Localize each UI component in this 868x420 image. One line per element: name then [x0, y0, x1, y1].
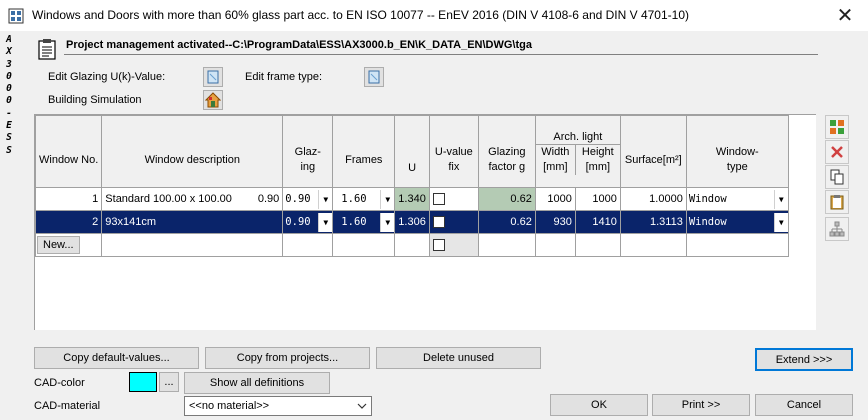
header-u-fix: U-value fix	[428, 115, 479, 188]
building-simulation-button[interactable]	[203, 90, 223, 110]
header-surface: Surface[m²]	[619, 115, 687, 188]
copy-default-values-button[interactable]: Copy default-values...	[34, 347, 199, 369]
chevron-down-icon: ▼	[773, 189, 788, 209]
cell-u-fix[interactable]	[428, 210, 479, 234]
cell-surface: 1.3113	[619, 210, 687, 234]
header-u: U	[394, 115, 430, 188]
cell-height[interactable]: 1410	[574, 210, 621, 234]
chevron-down-icon	[357, 403, 367, 409]
header-arch-light: Arch. light Width [mm] Height [mm]	[534, 115, 621, 188]
copy-icon	[830, 169, 844, 185]
u-fix-checkbox[interactable]	[432, 216, 445, 229]
color-picker-button[interactable]: ...	[159, 372, 179, 392]
app-icon	[8, 8, 24, 24]
house-icon	[205, 92, 221, 108]
cell-width[interactable]: 930	[534, 210, 576, 234]
clipboard-icon	[830, 195, 844, 210]
window-type-select[interactable]: Window ▼	[685, 187, 789, 211]
chevron-down-icon: ▼	[318, 189, 332, 209]
chevron-down-icon: ▼	[318, 212, 332, 232]
glazing-select[interactable]: 0.90 ▼	[282, 210, 334, 234]
cell-description[interactable]: Standard 100.00 x 100.00 0.90	[101, 187, 284, 211]
show-all-definitions-button[interactable]: Show all definitions	[184, 372, 330, 394]
window-grid-icon	[830, 120, 844, 134]
paste-button[interactable]	[825, 190, 849, 214]
copy-button[interactable]	[825, 165, 849, 189]
cell-width[interactable]: 1000	[534, 187, 576, 211]
chevron-down-icon: ▼	[380, 212, 394, 232]
frame-icon	[368, 70, 380, 84]
cell-glazing-factor[interactable]: 0.62	[477, 187, 536, 211]
u-fix-checkbox[interactable]	[432, 193, 445, 206]
edit-frame-button[interactable]	[364, 67, 384, 87]
vertical-app-label: AX3 000 - ESS	[6, 34, 12, 156]
close-icon[interactable]: ✕	[822, 0, 868, 31]
cell-glazing-factor[interactable]: 0.62	[477, 210, 536, 234]
chevron-down-icon: ▼	[380, 189, 394, 209]
delete-unused-button[interactable]: Delete unused	[376, 347, 541, 369]
chevron-down-icon: ▼	[773, 212, 788, 232]
cell-u: 1.340	[394, 187, 430, 211]
header-width: Width [mm]	[536, 144, 576, 175]
edit-glazing-button[interactable]	[203, 67, 223, 87]
cell-u: 1.306	[394, 210, 430, 234]
edit-glazing-label: Edit Glazing U(k)-Value:	[48, 71, 166, 83]
header-window-no: Window No.	[34, 115, 103, 188]
copy-from-projects-button[interactable]: Copy from projects...	[205, 347, 370, 369]
table-row[interactable]: 1 Standard 100.00 x 100.00 0.90 0.90 ▼ 1.…	[34, 187, 789, 211]
cell-window-no: 1	[34, 187, 103, 211]
window-title: Windows and Doors with more than 60% gla…	[32, 8, 689, 22]
building-simulation-label: Building Simulation	[48, 94, 142, 106]
windows-table: Window No. Window description Glaz-ing F…	[34, 114, 816, 330]
glazing-select[interactable]: 0.90 ▼	[282, 187, 334, 211]
frames-select[interactable]: 1.60 ▼	[332, 187, 396, 211]
cad-material-value: <<no material>>	[189, 400, 270, 412]
window-type-select[interactable]: Window ▼	[685, 210, 789, 234]
project-path-title: Project management activated--C:\Program…	[66, 39, 532, 51]
delete-icon	[831, 146, 843, 158]
header-glazing: Glaz-ing	[282, 115, 334, 188]
project-management-icon	[38, 39, 56, 60]
header-glazing-factor: Glazing factor g	[477, 115, 536, 188]
header-arch-light-label: Arch. light	[536, 129, 620, 145]
frames-select[interactable]: 1.60 ▼	[332, 210, 396, 234]
add-window-button[interactable]	[825, 115, 849, 139]
cell-surface: 1.0000	[619, 187, 687, 211]
cell-new[interactable]: New...	[34, 233, 103, 257]
cancel-button[interactable]: Cancel	[755, 394, 853, 416]
new-row-button[interactable]: New...	[37, 236, 80, 254]
title-bar: Windows and Doors with more than 60% gla…	[0, 0, 868, 31]
header-height: Height [mm]	[581, 145, 614, 173]
cell-window-no: 2	[34, 210, 103, 234]
cad-material-label: CAD-material	[34, 400, 101, 412]
hierarchy-button[interactable]	[825, 217, 849, 241]
ok-button[interactable]: OK	[550, 394, 648, 416]
table-row-new: New...	[34, 233, 789, 257]
cad-color-swatch[interactable]	[129, 372, 157, 392]
print-button[interactable]: Print >>	[652, 394, 750, 416]
divider	[64, 54, 818, 55]
u-fix-checkbox[interactable]	[432, 239, 445, 252]
tree-icon	[829, 221, 845, 237]
extend-button[interactable]: Extend >>>	[755, 348, 853, 371]
header-frames: Frames	[332, 115, 396, 188]
delete-button[interactable]	[825, 140, 849, 164]
header-description: Window description	[101, 115, 284, 188]
cell-description[interactable]: 93x141cm	[101, 210, 284, 234]
cad-color-label: CAD-color	[34, 377, 85, 389]
cell-u-fix[interactable]	[428, 187, 479, 211]
edit-frame-label: Edit frame type:	[245, 71, 323, 83]
header-window-type: Window-type	[685, 115, 789, 188]
cell-height[interactable]: 1000	[574, 187, 621, 211]
table-row[interactable]: 2 93x141cm 0.90 ▼ 1.60 ▼ 1.306 0.62 930 14…	[34, 210, 789, 234]
cad-material-select[interactable]: <<no material>>	[184, 396, 372, 416]
glazing-icon	[207, 70, 219, 84]
